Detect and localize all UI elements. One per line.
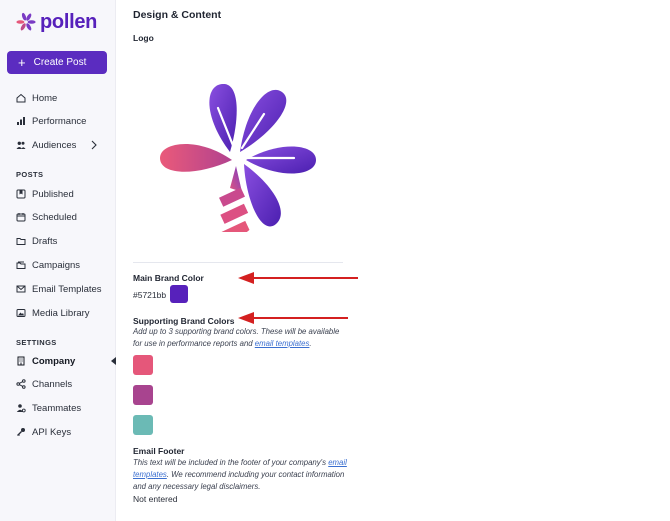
share-icon xyxy=(16,379,26,389)
sidebar-item-label: Media Library xyxy=(32,307,90,319)
sidebar-item-published[interactable]: Published xyxy=(16,186,74,202)
create-post-label: Create Post xyxy=(33,57,87,68)
image-icon xyxy=(16,308,26,318)
building-icon xyxy=(16,356,26,366)
main-brand-color-swatch[interactable] xyxy=(170,285,188,303)
annotation-arrow-main-color xyxy=(238,272,358,284)
sidebar-item-label: Channels xyxy=(32,378,73,390)
main-brand-color-hex: #5721bb xyxy=(133,290,167,300)
user-gear-icon xyxy=(16,403,26,413)
main-content: Design & Content Logo Main Brand Color #… xyxy=(133,0,670,521)
help-text-part: This text will be included in the footer… xyxy=(133,458,329,467)
active-indicator xyxy=(111,357,116,365)
sidebar-item-label: Company xyxy=(32,355,76,367)
sidebar-item-label: Scheduled xyxy=(32,211,77,223)
key-icon xyxy=(16,427,26,437)
logo-label: Logo xyxy=(133,33,154,43)
sidebar-item-company[interactable]: Company xyxy=(16,353,75,369)
sidebar-item-label: Home xyxy=(32,92,58,104)
sidebar-item-label: Teammates xyxy=(32,402,82,414)
plus-icon: + xyxy=(18,55,26,70)
brand-logo[interactable]: pollen xyxy=(16,11,97,33)
email-footer-label: Email Footer xyxy=(133,446,185,456)
logo-upload-area[interactable] xyxy=(133,51,343,263)
help-text-part: . xyxy=(309,339,312,348)
campaign-folder-icon xyxy=(16,260,26,270)
users-icon xyxy=(16,140,26,150)
bar-chart-icon xyxy=(16,116,26,126)
sidebar-item-label: Performance xyxy=(32,115,87,127)
sidebar-item-label: Email Templates xyxy=(32,283,102,295)
supporting-color-swatch-3[interactable] xyxy=(133,415,153,435)
sidebar-item-audiences[interactable]: Audiences xyxy=(16,137,76,153)
mail-icon xyxy=(16,284,26,294)
sidebar-item-home[interactable]: Home xyxy=(16,90,57,106)
sidebar-item-label: Drafts xyxy=(32,235,58,247)
sidebar-item-label: Audiences xyxy=(32,139,77,151)
sidebar-item-email-templates[interactable]: Email Templates xyxy=(16,281,102,297)
supporting-color-swatch-1[interactable] xyxy=(133,355,153,375)
email-templates-link[interactable]: email templates xyxy=(255,339,310,348)
pollen-logo-icon xyxy=(16,12,36,31)
supporting-colors-label: Supporting Brand Colors xyxy=(133,316,235,326)
sidebar-item-label: Published xyxy=(32,188,74,200)
sidebar-item-media-library[interactable]: Media Library xyxy=(16,305,90,321)
sidebar-item-scheduled[interactable]: Scheduled xyxy=(16,209,77,225)
bookmark-icon xyxy=(16,189,26,199)
annotation-arrow-supporting-colors xyxy=(238,312,348,324)
email-footer-help: This text will be included in the footer… xyxy=(133,457,348,493)
page-title: Design & Content xyxy=(133,9,222,21)
settings-section-header: SETTINGS xyxy=(16,338,57,347)
home-icon xyxy=(16,93,26,103)
brand-name: pollen xyxy=(40,10,98,33)
main-brand-color-label: Main Brand Color xyxy=(133,273,204,283)
sidebar-item-teammates[interactable]: Teammates xyxy=(16,400,81,416)
supporting-color-swatch-2[interactable] xyxy=(133,385,153,405)
calendar-icon xyxy=(16,212,26,222)
email-footer-value[interactable]: Not entered xyxy=(133,494,177,504)
sidebar-item-label: Campaigns xyxy=(32,259,81,271)
chevron-right-icon[interactable] xyxy=(90,140,98,150)
sidebar-item-channels[interactable]: Channels xyxy=(16,376,72,392)
sidebar-item-campaigns[interactable]: Campaigns xyxy=(16,257,80,273)
sidebar-item-performance[interactable]: Performance xyxy=(16,113,86,129)
posts-section-header: POSTS xyxy=(16,170,44,179)
supporting-colors-help: Add up to 3 supporting brand colors. The… xyxy=(133,326,348,350)
sidebar: pollen + Create Post Home Performance Au… xyxy=(0,0,116,521)
create-post-button[interactable]: + Create Post xyxy=(7,51,107,74)
sidebar-item-label: API Keys xyxy=(32,426,72,438)
sidebar-item-drafts[interactable]: Drafts xyxy=(16,233,57,249)
sidebar-item-api-keys[interactable]: API Keys xyxy=(16,424,71,440)
folder-icon xyxy=(16,236,26,246)
pollen-brand-logo-image xyxy=(160,84,316,232)
